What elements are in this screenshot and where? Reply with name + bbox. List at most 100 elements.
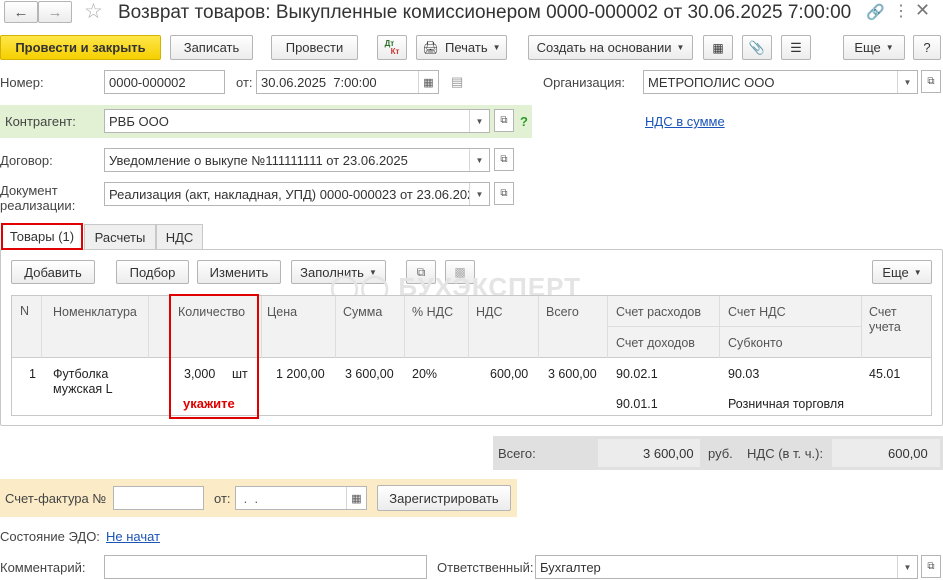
row-n: 1 — [29, 367, 36, 381]
contract-open-button[interactable]: ⧉ — [494, 148, 514, 171]
chevron-down-icon[interactable]: ▼ — [897, 71, 917, 93]
row-price[interactable]: 1 200,00 — [276, 367, 325, 381]
title-bar: ← → ☆ Возврат товаров: Выкупленные комис… — [0, 0, 943, 27]
kebab-menu-icon[interactable]: ⋮ — [893, 1, 909, 21]
create-based-on-label: Создать на основании — [536, 40, 672, 55]
star-icon[interactable]: ☆ — [84, 0, 103, 24]
forward-button[interactable]: → — [38, 1, 72, 23]
list-button[interactable]: ☰ — [781, 35, 811, 60]
invoice-label: Счет-фактура № — [5, 491, 107, 506]
add-row-button[interactable]: Добавить — [11, 260, 95, 284]
counterparty-field[interactable]: РВБ ООО ▼ — [104, 109, 490, 133]
responsible-label: Ответственный: — [437, 560, 534, 575]
responsible-field[interactable]: Бухгалтер ▼ — [535, 555, 918, 579]
table-more-button[interactable]: Еще ▼ — [872, 260, 932, 284]
responsible-open-button[interactable]: ⧉ — [921, 555, 941, 578]
open-icon: ⧉ — [500, 154, 508, 165]
chevron-down-icon[interactable]: ▼ — [469, 149, 489, 171]
sales-document-open-button[interactable]: ⧉ — [494, 182, 514, 205]
edo-status-link[interactable]: Не начат — [106, 529, 160, 544]
col-expense-account: Счет расходов — [616, 305, 701, 319]
dtkt-button[interactable]: Дт Кт — [377, 35, 407, 60]
row-income-account[interactable]: 90.01.1 — [616, 397, 658, 411]
attach-button[interactable]: 📎 — [742, 35, 772, 60]
close-icon[interactable]: ✕ — [915, 0, 930, 21]
more-button[interactable]: Еще ▼ — [843, 35, 905, 60]
chevron-down-icon: ▼ — [885, 43, 894, 52]
create-based-on-button[interactable]: Создать на основании ▼ — [528, 35, 693, 60]
calendar-icon[interactable]: ▦ — [418, 71, 438, 93]
comment-field[interactable] — [104, 555, 427, 579]
row-vat-pct[interactable]: 20% — [412, 367, 437, 381]
row-expense-account[interactable]: 90.02.1 — [616, 367, 658, 381]
organization-open-button[interactable]: ⧉ — [921, 70, 941, 93]
invoice-date-value: . . — [240, 490, 259, 506]
more-label: Еще — [854, 40, 881, 55]
note-icon[interactable]: ▤ — [451, 74, 463, 90]
table-header — [12, 296, 931, 358]
tab-settlements-label: Расчеты — [94, 229, 146, 245]
col-total: Всего — [546, 305, 579, 319]
organization-field[interactable]: МЕТРОПОЛИС ООО ▼ — [643, 70, 918, 94]
change-button[interactable]: Изменить — [197, 260, 281, 284]
contract-field[interactable]: Уведомление о выкупе №111111111 от 23.06… — [104, 148, 490, 172]
organization-value: МЕТРОПОЛИС ООО — [648, 74, 775, 90]
table-header-divider — [607, 326, 861, 327]
tab-vat[interactable]: НДС — [156, 224, 203, 249]
chevron-down-icon[interactable]: ▼ — [897, 556, 917, 578]
row-subconto[interactable]: Розничная торговля — [728, 397, 844, 411]
save-button[interactable]: Записать — [170, 35, 253, 60]
totals-label: Всего: — [498, 446, 536, 461]
back-button[interactable]: ← — [4, 1, 38, 23]
invoice-date-label: от: — [214, 491, 231, 506]
number-field[interactable]: 0000-000002 — [104, 70, 225, 94]
date-value: 30.06.2025 7:00:00 — [261, 74, 377, 90]
row-sum[interactable]: 3 600,00 — [345, 367, 394, 381]
row-account[interactable]: 45.01 — [869, 367, 900, 381]
post-button[interactable]: Провести — [271, 35, 358, 60]
date-field[interactable]: 30.06.2025 7:00:00 ▦ — [256, 70, 439, 94]
chevron-down-icon[interactable]: ▼ — [469, 183, 489, 205]
row-vat[interactable]: 600,00 — [490, 367, 528, 381]
organization-label: Организация: — [543, 75, 626, 90]
chevron-down-icon: ▼ — [492, 43, 501, 52]
comment-label: Комментарий: — [0, 560, 86, 575]
post-and-close-button[interactable]: Провести и закрыть — [0, 35, 161, 60]
specify-annotation: укажите — [183, 396, 235, 411]
edo-label: Состояние ЭДО: — [0, 529, 100, 544]
col-vat: НДС — [476, 305, 503, 319]
goods-table: N Номенклатура Количество Цена Сумма % Н… — [11, 295, 932, 416]
print-label: Печать — [445, 40, 488, 55]
chevron-down-icon: ▼ — [913, 267, 922, 277]
tab-settlements[interactable]: Расчеты — [84, 224, 156, 249]
pick-button[interactable]: Подбор — [116, 260, 189, 284]
calendar-icon[interactable]: ▦ — [346, 487, 366, 509]
contract-value: Уведомление о выкупе №111111111 от 23.06… — [109, 152, 408, 168]
row-vat-account[interactable]: 90.03 — [728, 367, 759, 381]
arrow-right-icon: → — [47, 3, 63, 21]
chevron-down-icon[interactable]: ▼ — [469, 110, 489, 132]
row-total: 3 600,00 — [548, 367, 597, 381]
counterparty-open-button[interactable]: ⧉ — [494, 109, 514, 132]
document-list-icon: ☰ — [790, 39, 802, 55]
structure-button[interactable]: ▦ — [703, 35, 733, 60]
link-icon[interactable]: 🔗 — [866, 3, 885, 21]
counterparty-help-icon[interactable]: ? — [520, 114, 528, 129]
sales-document-value: Реализация (акт, накладная, УПД) 0000-00… — [109, 186, 475, 202]
vat-in-sum-link[interactable]: НДС в сумме — [645, 114, 725, 129]
col-item: Номенклатура — [53, 305, 137, 319]
help-icon: ? — [923, 40, 931, 55]
invoice-date-field[interactable]: . . ▦ — [235, 486, 367, 510]
totals-value: 3 600,00 — [643, 446, 694, 461]
invoice-number-field[interactable] — [113, 486, 204, 510]
print-button[interactable]: 🖨 Печать ▼ — [416, 35, 507, 60]
table-row[interactable]: 1 Футболка мужская L 3,000 шт 1 200,00 3… — [12, 359, 931, 416]
help-button[interactable]: ? — [913, 35, 941, 60]
tab-goods[interactable]: Товары (1) — [1, 223, 83, 250]
chevron-down-icon: ▼ — [676, 43, 685, 52]
responsible-value: Бухгалтер — [540, 559, 601, 575]
arrow-left-icon: ← — [13, 3, 29, 21]
register-button[interactable]: Зарегистрировать — [377, 485, 511, 511]
col-sum: Сумма — [343, 305, 383, 319]
sales-document-field[interactable]: Реализация (акт, накладная, УПД) 0000-00… — [104, 182, 490, 206]
